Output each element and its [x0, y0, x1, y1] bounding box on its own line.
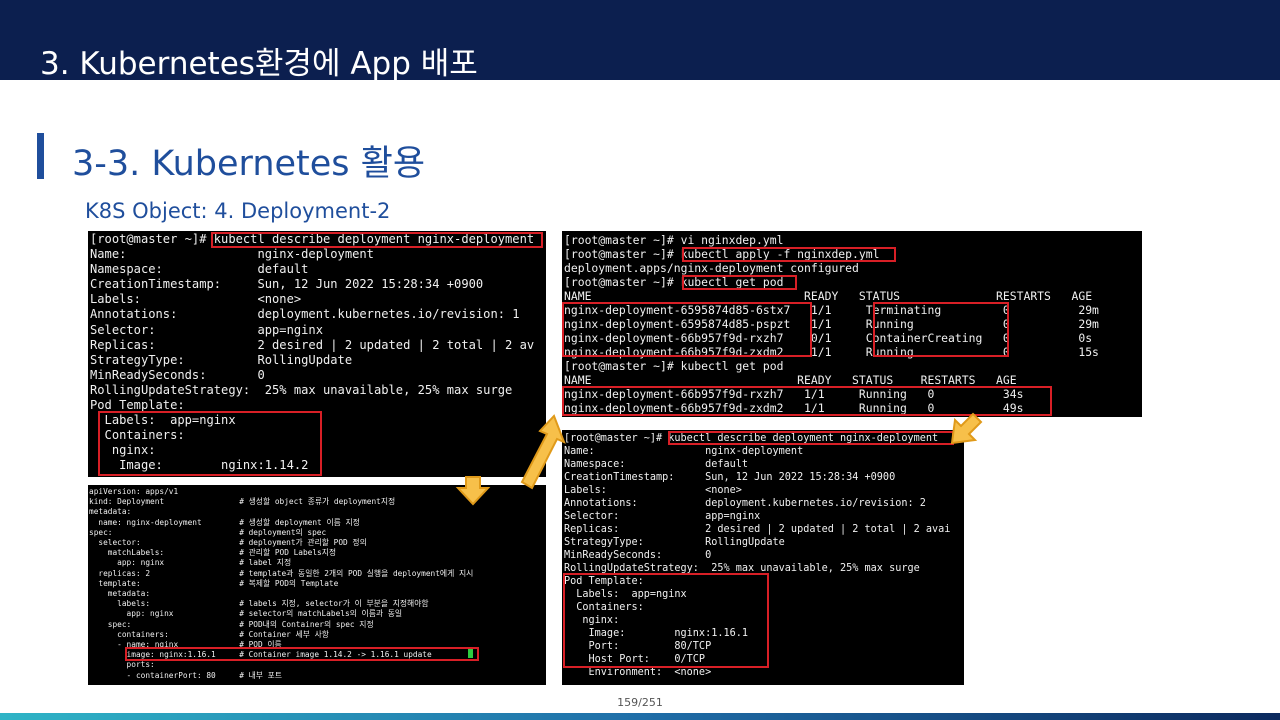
terminal-describe-after: [root@master ~]# kubectl describe deploy… — [562, 430, 964, 685]
highlight-apply-command — [682, 247, 896, 262]
terminal-apply-getpod: [root@master ~]# vi nginxdep.yml [root@m… — [562, 231, 1142, 417]
terminal-yaml: apiVersion: apps/v1 kind: Deployment # 생… — [88, 485, 546, 685]
arrow-up-right-icon — [520, 414, 566, 490]
terminal-describe-before: [root@master ~]# kubectl describe deploy… — [88, 231, 546, 477]
highlight-pods-updating — [562, 302, 812, 357]
highlight-getpod-command — [682, 275, 797, 290]
highlight-image-line — [125, 647, 479, 661]
page-number: 159/251 — [617, 696, 663, 709]
header-bar: 3. Kubernetes환경에 App 배포 — [0, 0, 1280, 82]
bottom-gradient-bar — [0, 713, 1280, 720]
section-accent-bar — [37, 133, 44, 179]
section-subtitle: K8S Object: 4. Deployment-2 — [85, 199, 391, 223]
highlight-pod-template — [563, 573, 769, 668]
section-title: 3-3. Kubernetes 활용 — [72, 144, 426, 184]
highlight-command — [211, 232, 543, 248]
highlight-pods-status — [873, 302, 1009, 357]
cursor — [468, 649, 473, 658]
arrow-down-icon — [455, 476, 491, 506]
highlight-command — [668, 431, 954, 445]
slide-header-title: 3. Kubernetes환경에 App 배포 — [40, 46, 478, 82]
highlight-pod-template — [98, 411, 322, 476]
arrow-down-left-icon — [950, 412, 983, 445]
